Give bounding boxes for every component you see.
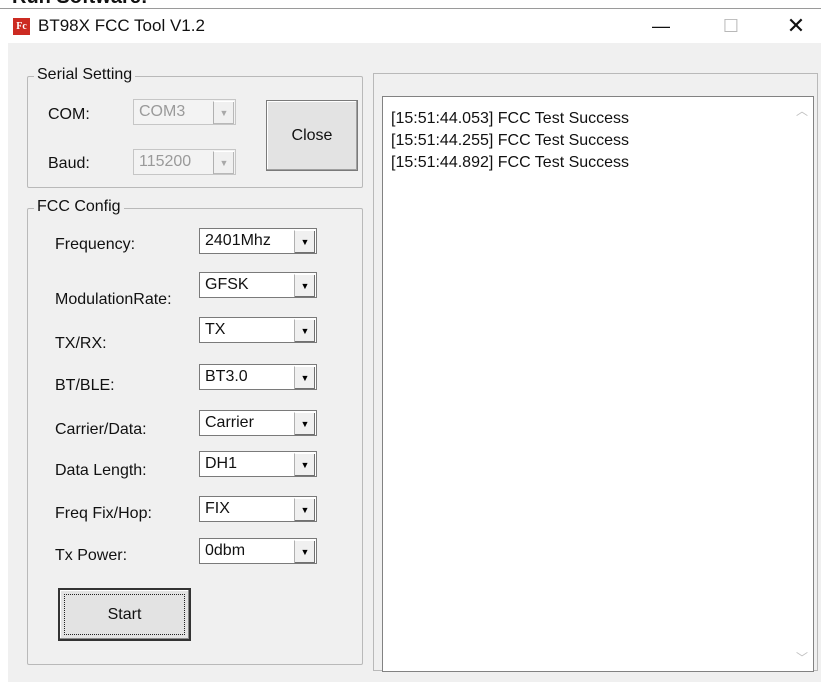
title-bar[interactable]: Fc BT98X FCC Tool V1.2 — ☐ ✕: [8, 9, 821, 43]
scroll-up-icon[interactable]: ︿: [795, 102, 809, 119]
tx-rx-select[interactable]: TX ▼: [199, 317, 317, 343]
log-lines: [15:51:44.053] FCC Test Success [15:51:4…: [391, 108, 629, 174]
minimize-button[interactable]: —: [638, 9, 684, 43]
log-textbox[interactable]: [15:51:44.053] FCC Test Success [15:51:4…: [382, 96, 814, 672]
data-length-select[interactable]: DH1 ▼: [199, 451, 317, 477]
chevron-down-icon: ▼: [294, 366, 315, 389]
log-scrollbar[interactable]: ︿ ﹀: [792, 98, 812, 670]
modulation-rate-value: GFSK: [205, 276, 249, 293]
carrier-data-select[interactable]: Carrier ▼: [199, 410, 317, 436]
carrier-data-value: Carrier: [205, 414, 254, 431]
baud-label: Baud:: [48, 155, 90, 172]
chevron-down-icon: ▼: [294, 453, 315, 476]
baud-select[interactable]: 115200 ▼: [133, 149, 236, 175]
carrier-data-label: Carrier/Data:: [55, 421, 147, 438]
tx-power-value: 0dbm: [205, 542, 246, 559]
close-port-button[interactable]: Close: [266, 100, 358, 171]
frequency-value: 2401Mhz: [205, 232, 271, 249]
freq-fix-hop-label: Freq Fix/Hop:: [55, 505, 152, 522]
freq-fix-hop-value: FIX: [205, 500, 230, 517]
app-window: Fc BT98X FCC Tool V1.2 — ☐ ✕ Serial Sett…: [8, 9, 821, 682]
frequency-label: Frequency:: [55, 236, 136, 253]
freq-fix-hop-select[interactable]: FIX ▼: [199, 496, 317, 522]
serial-setting-legend: Serial Setting: [34, 66, 136, 84]
chevron-down-icon: ▼: [294, 540, 315, 563]
chevron-down-icon: ▼: [213, 101, 234, 124]
bt-ble-select[interactable]: BT3.0 ▼: [199, 364, 317, 390]
maximize-button[interactable]: ☐: [708, 9, 754, 43]
bt-ble-label: BT/BLE:: [55, 377, 115, 394]
chevron-down-icon: ▼: [294, 412, 315, 435]
focus-rectangle: [64, 594, 185, 635]
tx-power-select[interactable]: 0dbm ▼: [199, 538, 317, 564]
com-label: COM:: [48, 106, 90, 123]
com-value: COM3: [139, 103, 186, 120]
chevron-down-icon: ▼: [294, 230, 315, 253]
chevron-down-icon: ▼: [213, 151, 234, 174]
log-line: [15:51:44.053] FCC Test Success: [391, 110, 630, 127]
start-button[interactable]: Start: [58, 588, 191, 641]
data-length-value: DH1: [205, 455, 238, 472]
frequency-select[interactable]: 2401Mhz ▼: [199, 228, 317, 254]
tx-power-label: Tx Power:: [55, 547, 128, 564]
log-line: [15:51:44.255] FCC Test Success: [391, 132, 630, 149]
baud-value: 115200: [139, 153, 192, 170]
tx-rx-value: TX: [205, 321, 226, 338]
log-line: [15:51:44.892] FCC Test Success: [391, 154, 630, 171]
bt-ble-value: BT3.0: [205, 368, 248, 385]
window-title: BT98X FCC Tool V1.2: [38, 16, 205, 35]
modulation-rate-label: ModulationRate:: [55, 291, 172, 308]
chevron-down-icon: ▼: [294, 319, 315, 342]
close-window-button[interactable]: ✕: [773, 9, 819, 43]
tx-rx-label: TX/RX:: [55, 335, 107, 352]
chevron-down-icon: ▼: [294, 498, 315, 521]
data-length-label: Data Length:: [55, 462, 147, 479]
scroll-down-icon[interactable]: ﹀: [795, 649, 809, 666]
fcc-config-legend: FCC Config: [34, 198, 124, 216]
chevron-down-icon: ▼: [294, 274, 315, 297]
com-select[interactable]: COM3 ▼: [133, 99, 236, 125]
app-logo-icon: Fc: [13, 18, 30, 35]
modulation-rate-select[interactable]: GFSK ▼: [199, 272, 317, 298]
